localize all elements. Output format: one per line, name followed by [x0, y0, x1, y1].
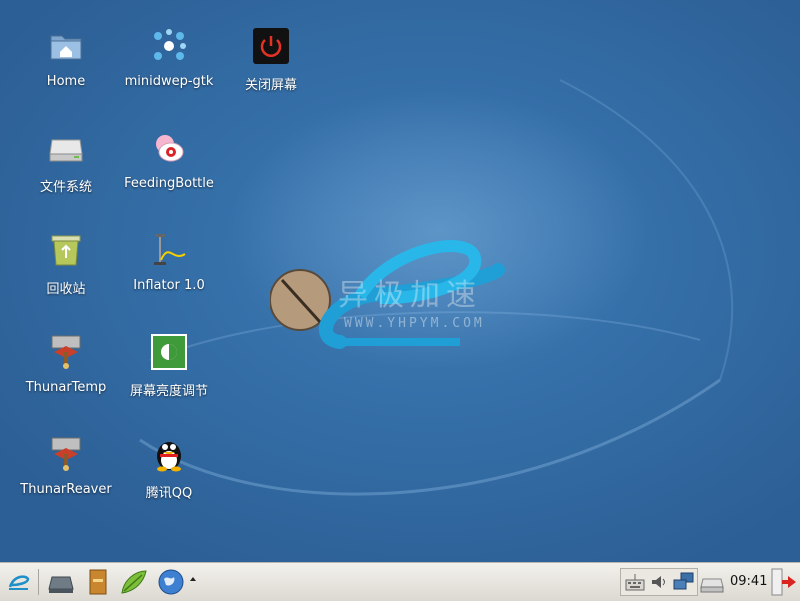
desktop-icon-filesystem[interactable]: 文件系统 [14, 130, 118, 220]
start-menu-icon[interactable] [6, 567, 32, 597]
desktop-icon-inflator[interactable]: Inflator 1.0 [117, 232, 221, 322]
keyboard-icon[interactable] [625, 572, 645, 592]
removable-drive-icon[interactable] [700, 567, 724, 597]
text-editor-icon[interactable] [118, 567, 150, 597]
launcher-arrow-icon[interactable] [188, 567, 198, 597]
desktop-icon-qq[interactable]: 腾讯QQ [117, 436, 221, 526]
feeding-bottle-icon [156, 135, 184, 162]
logout-icon[interactable] [768, 567, 798, 597]
desktop-icon-thunarreaver[interactable]: ThunarReaver [14, 436, 118, 526]
web-browser-icon[interactable] [156, 567, 186, 597]
trash-icon [51, 235, 81, 266]
thunar-temp-icon [51, 335, 81, 369]
desktop-icon-brightness[interactable]: 屏幕亮度调节 [117, 334, 221, 424]
desktop-icon-minidwep[interactable]: minidwep-gtk [117, 28, 221, 118]
inflator-icon [154, 234, 186, 265]
system-tray [620, 568, 698, 596]
clock[interactable]: 09:41 [730, 574, 767, 589]
show-desktop-icon[interactable] [46, 567, 76, 597]
desktop-icon-home[interactable]: Home [14, 28, 118, 118]
drive-icon [49, 139, 83, 162]
desktop-icon-feedingbottle[interactable]: FeedingBottle [117, 130, 221, 220]
desktop-icon-trash[interactable]: 回收站 [14, 232, 118, 322]
desktop[interactable]: 异极加速 WWW.YHPYM.COM Home minidwep-gtk 关闭屏… [0, 0, 800, 562]
taskbar: 09:41 [0, 562, 800, 601]
minidwep-icon [154, 29, 186, 60]
taskbar-separator [38, 569, 39, 595]
file-manager-icon[interactable] [84, 567, 112, 597]
desktop-icon-thunartemp[interactable]: ThunarTemp [14, 334, 118, 424]
volume-icon[interactable] [649, 572, 669, 592]
thunar-reaver-icon [51, 437, 81, 471]
watermark-url: WWW.YHPYM.COM [344, 316, 485, 331]
home-folder-icon [50, 35, 82, 60]
brightness-icon [151, 334, 187, 370]
network-icon[interactable] [673, 572, 695, 592]
watermark-title: 异极加速 [338, 278, 482, 313]
qq-penguin-icon [157, 442, 181, 472]
power-icon [253, 28, 289, 64]
desktop-icon-screen-off[interactable]: 关闭屏幕 [219, 28, 323, 118]
